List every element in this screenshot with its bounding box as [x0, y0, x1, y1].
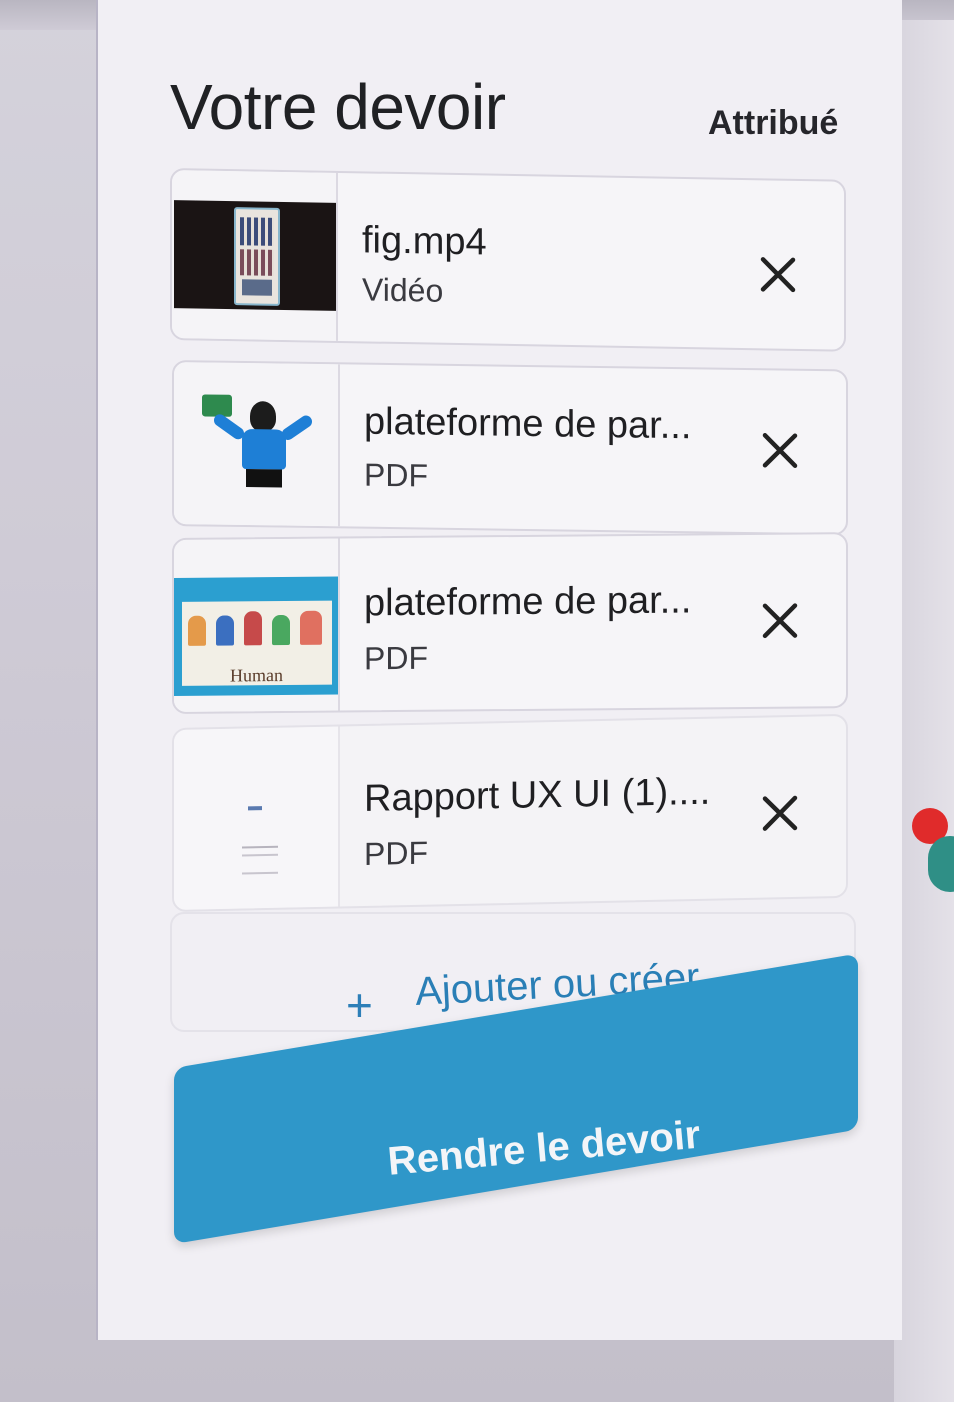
- attachment-name[interactable]: plateforme de par...: [364, 401, 691, 449]
- document-thumbnail[interactable]: [174, 726, 340, 910]
- woman-head-image: [250, 401, 276, 432]
- page-background: [894, 20, 954, 1402]
- close-icon: [762, 433, 798, 468]
- remove-attachment-button[interactable]: [760, 601, 800, 641]
- phone-screen-image: [234, 207, 280, 306]
- woman-illustration-thumbnail[interactable]: [174, 362, 340, 527]
- attachment-name[interactable]: plateforme de par...: [364, 579, 691, 625]
- side-widget-icon[interactable]: [928, 836, 954, 892]
- attachment-card[interactable]: plateforme de par... PDF: [172, 360, 848, 536]
- attachment-card[interactable]: Human plateforme de par... PDF: [172, 532, 848, 714]
- remove-attachment-button[interactable]: [760, 793, 800, 834]
- attachment-name[interactable]: fig.mp4: [362, 219, 487, 264]
- close-icon: [762, 603, 798, 639]
- attachment-name[interactable]: Rapport UX UI (1)....: [364, 771, 710, 821]
- attachment-type: PDF: [364, 456, 428, 494]
- woman-body-image: [242, 428, 286, 470]
- assignment-title: Votre devoir: [170, 71, 506, 143]
- attachment-type: Vidéo: [362, 271, 444, 309]
- attachment-card[interactable]: fig.mp4 Vidéo: [170, 168, 846, 352]
- cover-title-lettering: Human: [230, 665, 283, 686]
- video-thumbnail[interactable]: [172, 170, 338, 341]
- close-icon: [762, 795, 798, 831]
- human-people-thumbnail[interactable]: Human: [174, 538, 340, 712]
- assignment-status: Attribué: [708, 104, 839, 142]
- attachment-type: PDF: [364, 639, 428, 677]
- remove-attachment-button[interactable]: [760, 430, 800, 471]
- attachment-card[interactable]: Rapport UX UI (1).... PDF: [172, 713, 848, 912]
- plus-icon[interactable]: +: [346, 982, 373, 1028]
- close-icon: [760, 257, 796, 293]
- remove-attachment-button[interactable]: [758, 254, 798, 295]
- screen: Votre devoir Attribué fig.mp4 Vidéo plat…: [0, 0, 954, 1402]
- attachment-type: PDF: [364, 834, 428, 872]
